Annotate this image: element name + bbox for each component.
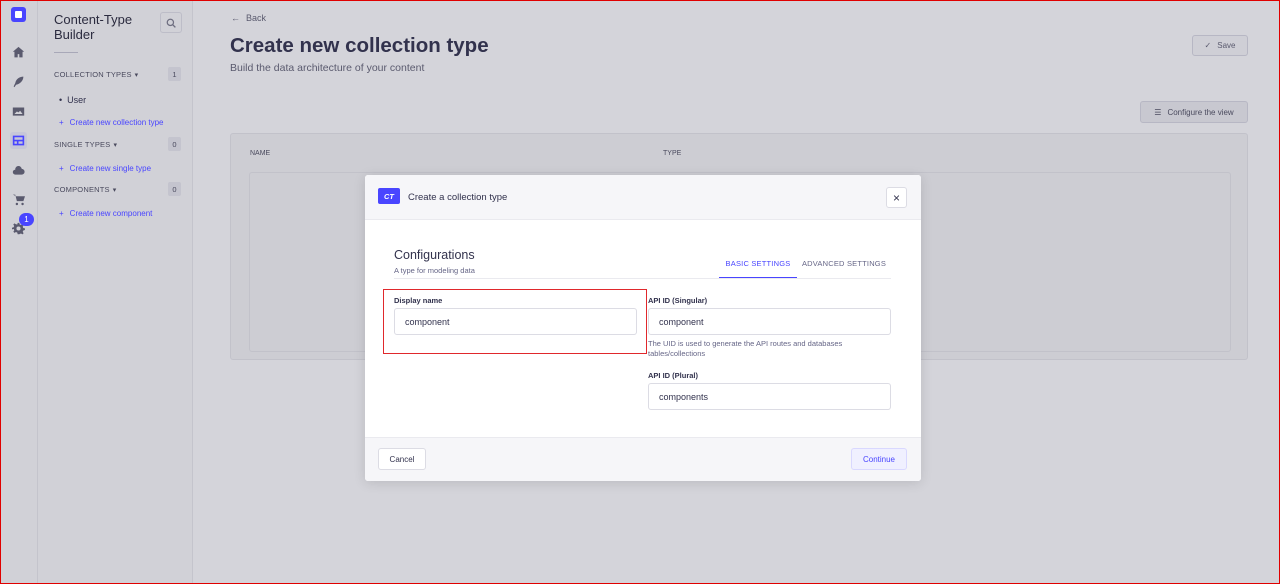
configurations-subtitle: A type for modeling data xyxy=(394,266,475,275)
tab-basic-settings[interactable]: BASIC SETTINGS xyxy=(719,259,797,279)
feather-icon[interactable] xyxy=(10,73,27,90)
display-name-input[interactable] xyxy=(394,308,637,335)
search-icon xyxy=(166,18,176,28)
modal-header: CT Create a collection type × xyxy=(365,175,921,220)
main-nav-rail: 1 xyxy=(0,0,38,584)
close-icon: × xyxy=(892,190,900,205)
collection-types-header[interactable]: COLLECTION TYPES ▾ xyxy=(54,70,138,79)
create-collection-type-modal: CT Create a collection type × Configurat… xyxy=(365,175,921,481)
page-title: Create new collection type xyxy=(230,34,489,57)
api-id-plural-label: API ID (Plural) xyxy=(648,371,699,380)
api-id-singular-label: API ID (Singular) xyxy=(648,296,708,305)
media-library-icon[interactable] xyxy=(10,103,27,120)
continue-button[interactable]: Continue xyxy=(851,448,907,470)
content-type-builder-sidebar: Content-Type Builder COLLECTION TYPES ▾ 1… xyxy=(38,0,193,584)
create-collection-type-link[interactable]: + Create new collection type xyxy=(59,118,164,127)
list-settings-icon: ☰ xyxy=(1154,107,1162,117)
home-icon[interactable] xyxy=(10,44,27,61)
modal-footer: Cancel Continue xyxy=(365,437,921,481)
configure-view-button[interactable]: ☰ Configure the view xyxy=(1140,101,1248,123)
components-count: 0 xyxy=(168,182,181,196)
tabs-divider xyxy=(394,278,891,279)
create-component-link[interactable]: + Create new component xyxy=(59,209,152,218)
arrow-left-icon: ← xyxy=(231,13,240,23)
column-header-name: NAME xyxy=(250,150,271,157)
plus-icon: + xyxy=(59,118,64,127)
sidebar-item-user[interactable]: • User xyxy=(59,95,86,105)
cart-icon[interactable] xyxy=(10,191,27,208)
create-single-type-link[interactable]: + Create new single type xyxy=(59,164,151,173)
single-types-header[interactable]: SINGLE TYPES ▾ xyxy=(54,140,117,149)
sidebar-title: Content-Type Builder xyxy=(54,12,133,42)
chevron-down-icon: ▾ xyxy=(113,142,118,149)
page-subtitle: Build the data architecture of your cont… xyxy=(230,62,425,74)
tab-advanced-settings[interactable]: ADVANCED SETTINGS xyxy=(801,259,887,268)
bullet-icon: • xyxy=(59,95,63,105)
configurations-title: Configurations xyxy=(394,248,475,262)
cloud-icon[interactable] xyxy=(10,162,27,179)
save-button[interactable]: ✓ Save xyxy=(1192,35,1248,56)
api-id-singular-input[interactable] xyxy=(648,308,891,335)
settings-notification-badge: 1 xyxy=(19,213,34,226)
collection-types-count: 1 xyxy=(168,67,181,81)
plus-icon: + xyxy=(59,164,64,173)
chevron-down-icon: ▾ xyxy=(112,187,117,194)
collection-type-badge: CT xyxy=(378,188,400,204)
api-id-plural-input[interactable] xyxy=(648,383,891,410)
column-header-type: TYPE xyxy=(663,150,682,157)
strapi-logo[interactable] xyxy=(11,7,26,22)
modal-title: Create a collection type xyxy=(408,192,508,203)
chevron-down-icon: ▾ xyxy=(134,72,139,79)
back-link[interactable]: ← Back xyxy=(231,13,266,23)
content-type-builder-icon[interactable] xyxy=(10,132,27,149)
display-name-label: Display name xyxy=(394,296,443,305)
api-id-singular-hint: The UID is used to generate the API rout… xyxy=(648,339,843,358)
components-header[interactable]: COMPONENTS ▾ xyxy=(54,185,116,194)
single-types-count: 0 xyxy=(168,137,181,151)
cancel-button[interactable]: Cancel xyxy=(378,448,426,470)
check-icon: ✓ xyxy=(1204,41,1212,50)
close-button[interactable]: × xyxy=(886,187,907,208)
plus-icon: + xyxy=(59,209,64,218)
sidebar-search-button[interactable] xyxy=(160,12,182,33)
sidebar-title-divider xyxy=(54,52,78,53)
